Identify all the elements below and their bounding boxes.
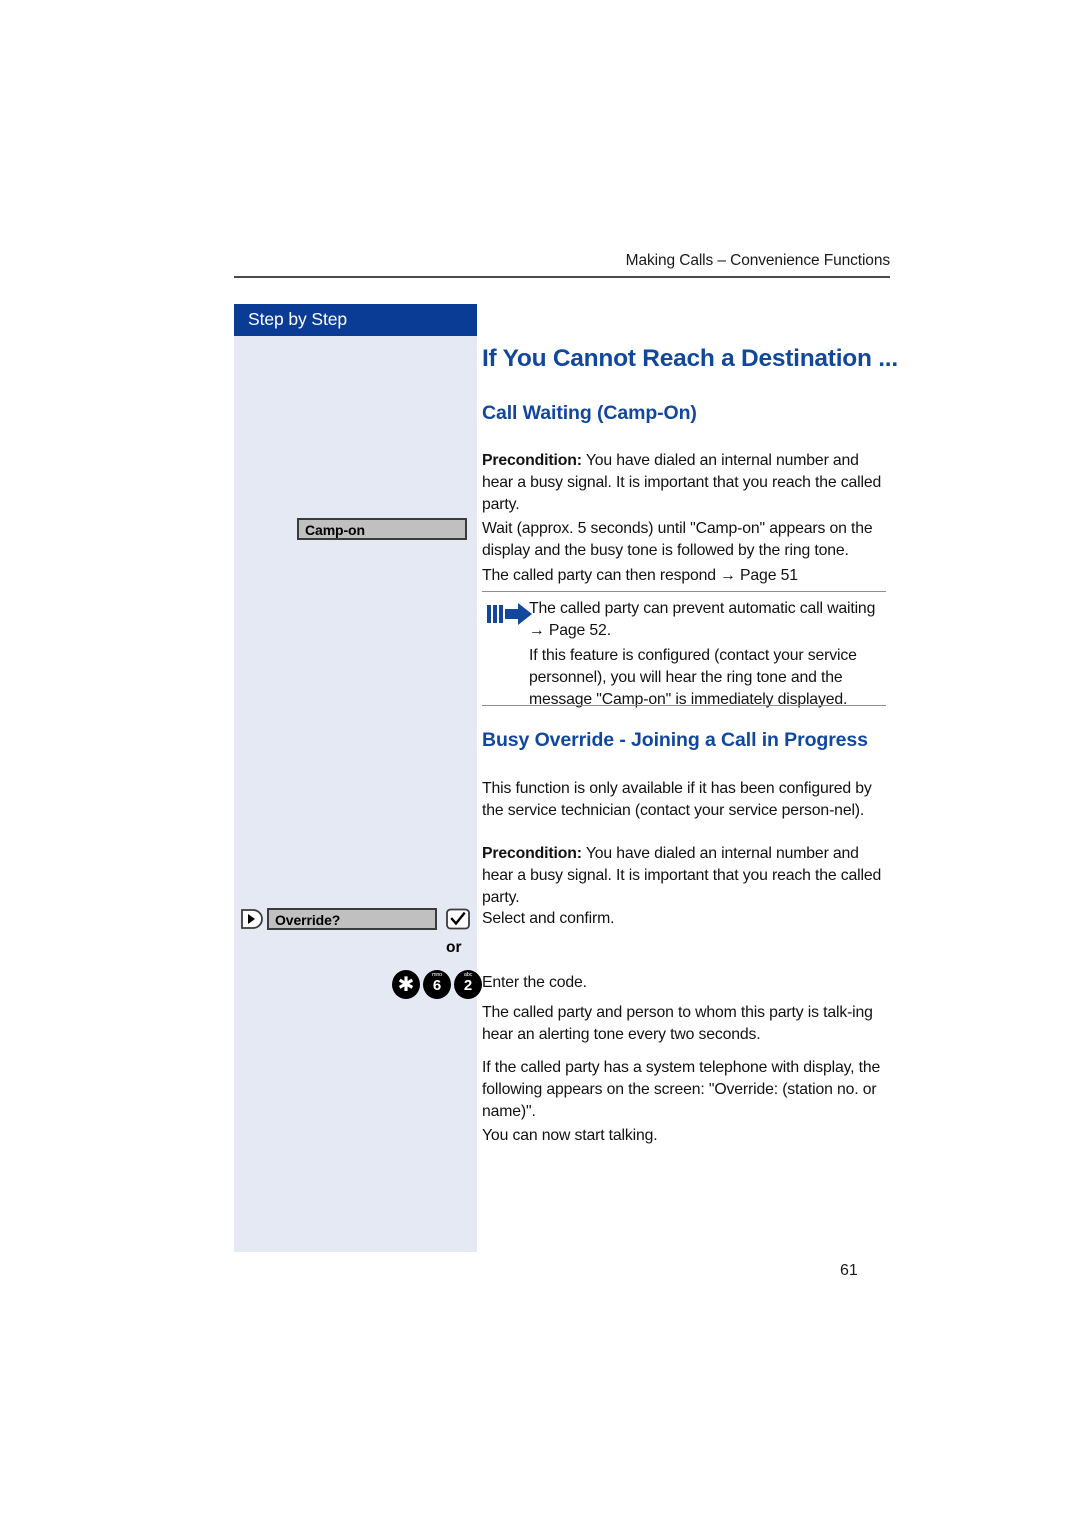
note-bottom-rule [482, 705, 886, 706]
override-display-paragraph: If the called party has a system telepho… [482, 1059, 881, 1121]
precondition-label-1: Precondition: [482, 452, 582, 469]
precondition-label-2: Precondition: [482, 845, 582, 862]
step-by-step-band: Step by Step [234, 304, 477, 336]
ok-checkmark-icon[interactable] [445, 907, 471, 931]
display-camp-on: Camp-on [297, 518, 467, 540]
prev-softkey-icon[interactable] [240, 908, 264, 930]
header-divider [234, 276, 890, 278]
display-override-softkey[interactable]: Override? [267, 908, 437, 930]
enter-code-paragraph: Enter the code. [482, 974, 587, 991]
key-star-glyph: ✱ [397, 974, 415, 996]
page-title: If You Cannot Reach a Destination ... [482, 345, 898, 372]
availability-paragraph: This function is only available if it ha… [482, 780, 872, 820]
key-2-digit: 2 [463, 977, 473, 994]
key-2[interactable]: abc 2 [454, 970, 482, 999]
manual-page: Making Calls – Convenience Functions Ste… [0, 0, 1080, 1528]
note-paragraph-2: If this feature is configured (contact y… [529, 647, 857, 709]
key-6[interactable]: mno 6 [423, 970, 451, 999]
start-talking-paragraph: You can now start talking. [482, 1127, 658, 1144]
section-heading-busy-override: Busy Override - Joining a Call in Progre… [482, 729, 868, 751]
precondition-paragraph-2: Precondition: You have dialed an interna… [482, 843, 882, 910]
keypad-code-keys: ✱ mno 6 abc 2 [392, 970, 484, 1000]
note-top-rule [482, 591, 886, 592]
or-label: or [446, 939, 462, 956]
key-6-digit: 6 [432, 977, 442, 994]
section-heading-call-waiting: Call Waiting (Camp-On) [482, 402, 697, 424]
step-by-step-sidebar [234, 304, 477, 1252]
alerting-tone-paragraph: The called party and person to whom this… [482, 1004, 873, 1044]
respond-paragraph: The called party can then respond → Page… [482, 567, 798, 584]
wait-paragraph: Wait (approx. 5 seconds) until "Camp-on"… [482, 520, 873, 560]
key-star[interactable]: ✱ [392, 970, 420, 999]
page-number: 61 [840, 1262, 858, 1279]
note-paragraph-1: The called party can prevent automatic c… [529, 600, 876, 640]
select-confirm-paragraph: Select and confirm. [482, 910, 615, 927]
running-header: Making Calls – Convenience Functions [625, 252, 890, 269]
step-by-step-label: Step by Step [248, 309, 348, 329]
precondition-paragraph-1: Precondition: You have dialed an interna… [482, 450, 882, 517]
note-arrow-icon [487, 602, 535, 626]
